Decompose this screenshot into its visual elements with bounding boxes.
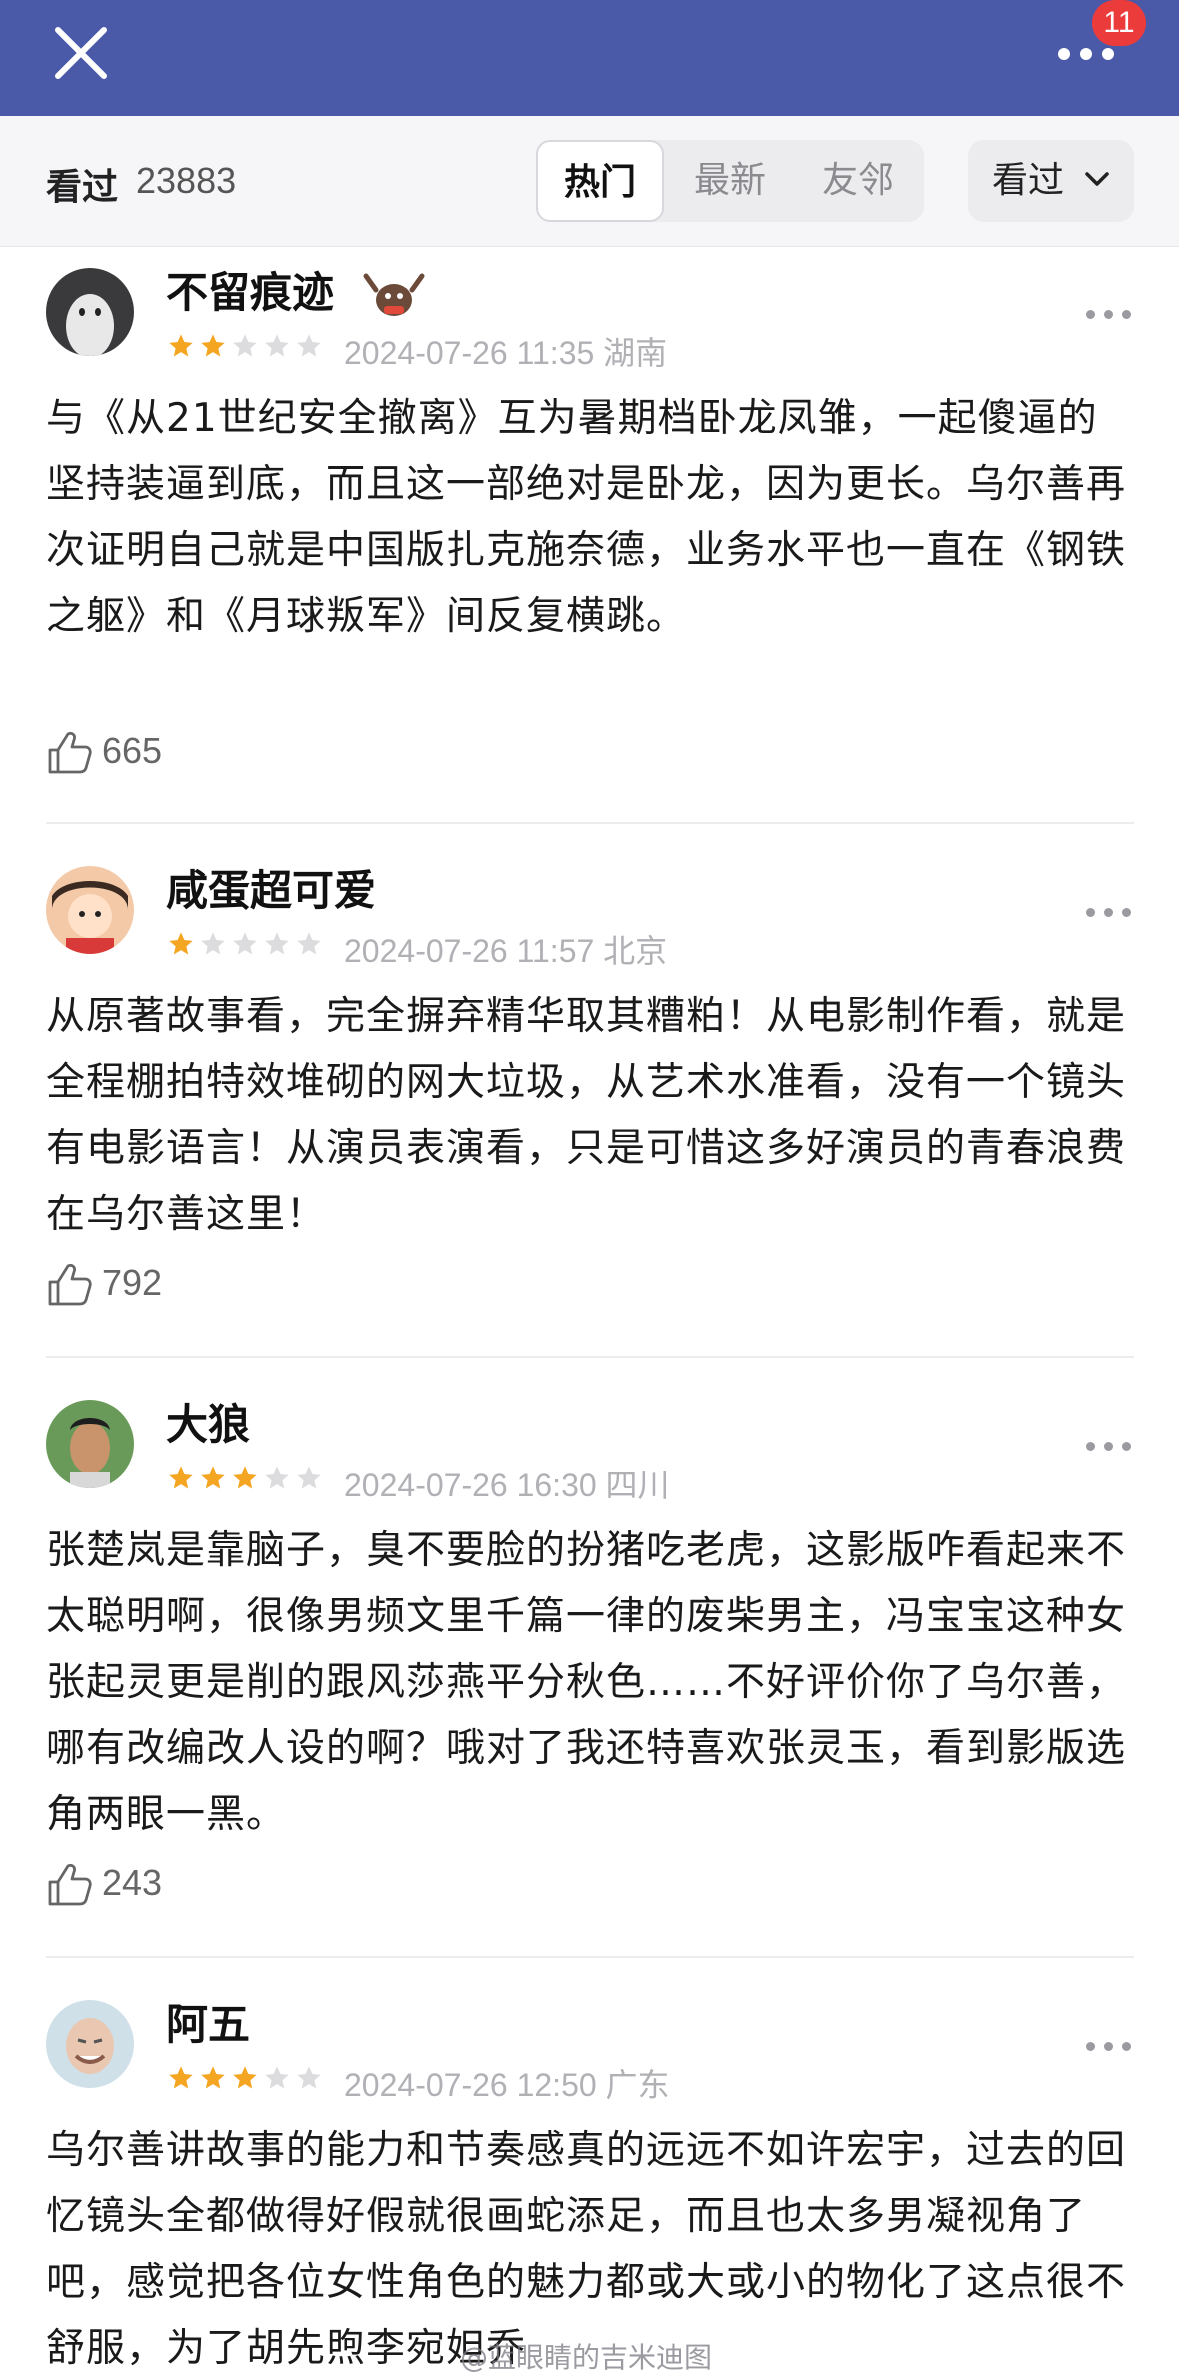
star-filled-icon [169, 932, 193, 955]
star-rating [166, 2064, 326, 2092]
star-empty-icon [265, 932, 289, 955]
thumbs-up-icon [48, 1863, 92, 1906]
avatar[interactable] [46, 268, 134, 356]
star-filled-icon [233, 1466, 257, 1489]
review-date: 2024-07-26 16:30 [344, 1467, 597, 1503]
star-empty-icon [297, 334, 321, 357]
review-more-icon[interactable] [1086, 1434, 1134, 1458]
notification-badge: 11 [1092, 0, 1146, 46]
star-empty-icon [297, 932, 321, 955]
star-empty-icon [265, 334, 289, 357]
thumbs-up-icon [48, 1263, 92, 1306]
like-count: 792 [102, 1262, 163, 1303]
seen-count: 23883 [136, 160, 237, 201]
divider [46, 1356, 1134, 1358]
review-location: 广东 [605, 2067, 670, 2103]
review-date: 2024-07-26 11:57 [344, 933, 595, 969]
avatar[interactable] [46, 866, 134, 954]
star-filled-icon [169, 2066, 193, 2089]
review-card: 阿五 2024-07-26 12:50 广东 乌尔善讲故事的能力和节奏感真的远远… [0, 2000, 1179, 2379]
divider [46, 1956, 1134, 1958]
chevron-down-icon [1085, 172, 1109, 186]
star-filled-icon [169, 334, 193, 357]
sort-segmented-control: 热门 最新 友邻 [536, 140, 924, 222]
thumbs-up-icon [48, 731, 92, 774]
review-card: 不留痕迹 2024-07-26 11:35 湖南 与《从21世纪安全撤离》互为暑… [0, 268, 1179, 808]
username[interactable]: 阿五 [166, 2000, 250, 2050]
username[interactable]: 不留痕迹 [166, 268, 334, 318]
seen-label: 看过 [46, 167, 119, 208]
username[interactable]: 咸蛋超可爱 [166, 866, 376, 916]
star-empty-icon [297, 2066, 321, 2089]
star-rating [166, 332, 326, 360]
star-empty-icon [297, 1466, 321, 1489]
review-card: 大狼 2024-07-26 16:30 四川 张楚岚是靠脑子，臭不要脸的扮猪吃老… [0, 1400, 1179, 1940]
star-empty-icon [233, 334, 257, 357]
status-dropdown-label: 看过 [992, 160, 1065, 201]
watermark: @蓝眼睛的吉米迪图 [460, 2341, 713, 2374]
review-more-icon[interactable] [1086, 2034, 1134, 2058]
star-rating [166, 1464, 326, 1492]
star-empty-icon [233, 932, 257, 955]
review-date: 2024-07-26 11:35 [344, 335, 595, 371]
review-meta: 2024-07-26 11:57 北京 [344, 926, 667, 972]
status-dropdown[interactable]: 看过 [968, 140, 1134, 222]
review-location: 四川 [605, 1467, 670, 1503]
user-badge-icon [362, 268, 426, 330]
review-text: 与《从21世纪安全撤离》互为暑期档卧龙凤雏，一起傻逼的坚持装逼到底，而且这一部绝… [46, 396, 1127, 639]
star-filled-icon [233, 2066, 257, 2089]
tab-hot[interactable]: 热门 [536, 140, 664, 222]
star-filled-icon [201, 2066, 225, 2089]
close-icon[interactable] [50, 22, 112, 84]
review-location: 北京 [603, 933, 668, 969]
tab-latest[interactable]: 最新 [668, 140, 792, 222]
review-date: 2024-07-26 12:50 [344, 2067, 597, 2103]
star-empty-icon [265, 2066, 289, 2089]
review-meta: 2024-07-26 11:35 湖南 [344, 328, 667, 374]
star-rating [166, 930, 326, 958]
avatar[interactable] [46, 1400, 134, 1488]
tab-friends[interactable]: 友邻 [796, 140, 920, 222]
star-empty-icon [265, 1466, 289, 1489]
review-text: 从原著故事看，完全摒弃精华取其糟粕！从电影制作看，就是全程棚拍特效堆砌的网大垃圾… [46, 994, 1127, 1237]
username[interactable]: 大狼 [166, 1400, 250, 1450]
review-location: 湖南 [603, 335, 668, 371]
like-count: 665 [102, 730, 163, 771]
star-filled-icon [201, 1466, 225, 1489]
star-filled-icon [169, 1466, 193, 1489]
like-count: 243 [102, 1862, 163, 1903]
review-meta: 2024-07-26 16:30 四川 [344, 1460, 670, 1506]
divider [46, 822, 1134, 824]
review-more-icon[interactable] [1086, 302, 1134, 326]
filter-bar: 看过 23883 热门 最新 友邻 看过 [0, 116, 1179, 247]
review-card: 咸蛋超可爱 2024-07-26 11:57 北京 从原著故事看，完全摒弃精华取… [0, 866, 1179, 1346]
review-more-icon[interactable] [1086, 900, 1134, 924]
avatar[interactable] [46, 2000, 134, 2088]
review-meta: 2024-07-26 12:50 广东 [344, 2060, 670, 2106]
star-filled-icon [201, 334, 225, 357]
star-empty-icon [201, 932, 225, 955]
review-text: 张楚岚是靠脑子，臭不要脸的扮猪吃老虎，这影版咋看起来不太聪明啊，很像男频文里千篇… [46, 1528, 1127, 1837]
top-bar: 11 [0, 0, 1179, 116]
